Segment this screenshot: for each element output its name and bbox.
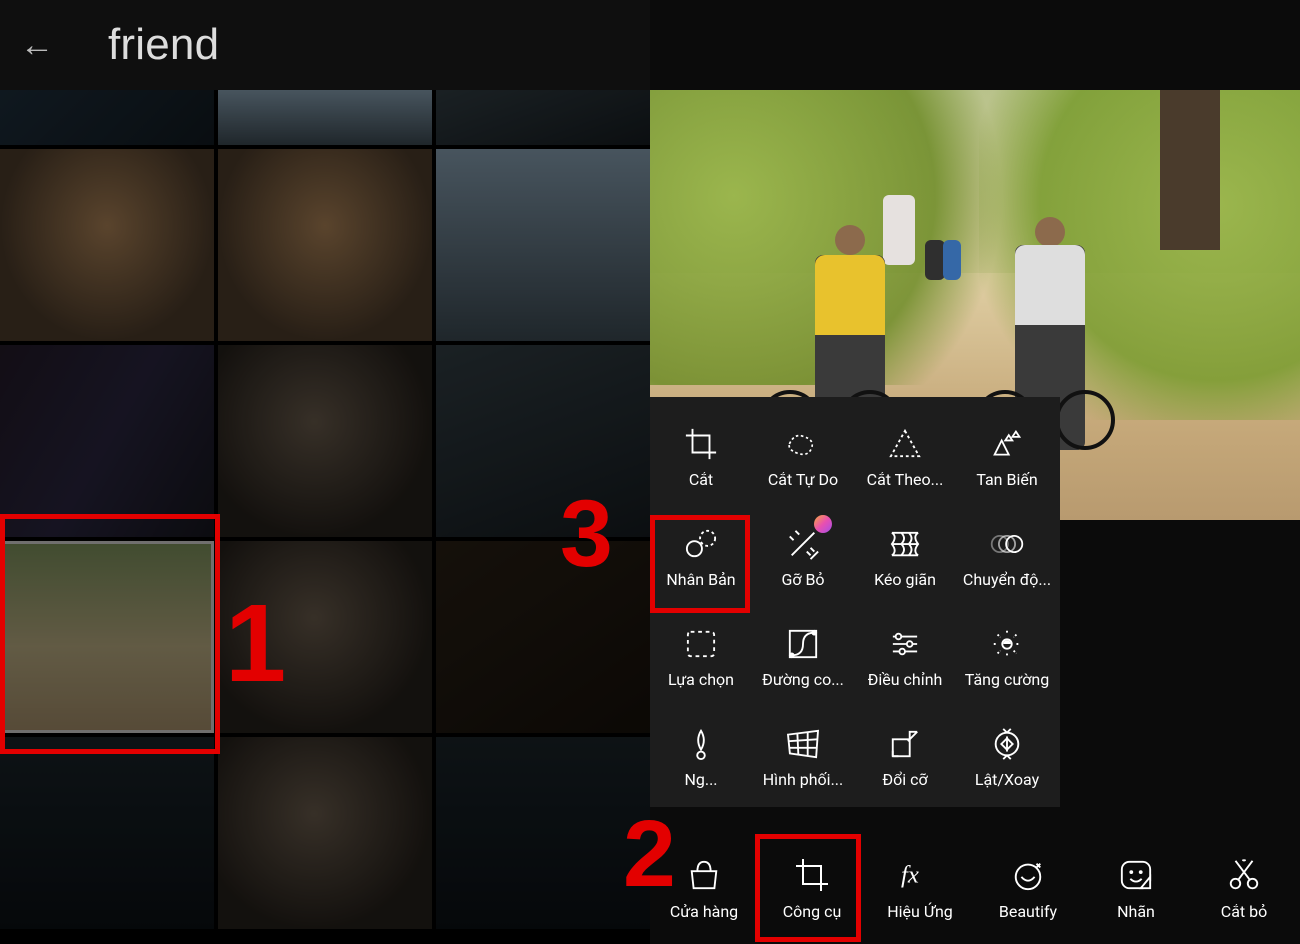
thumb-item[interactable] bbox=[436, 541, 650, 733]
free-crop-icon bbox=[785, 426, 821, 462]
album-title: friend bbox=[108, 20, 219, 70]
tool-shape-crop[interactable]: Cắt Theo... bbox=[854, 407, 956, 507]
tool-tilt-shift[interactable]: Ng... bbox=[650, 707, 752, 807]
tool-selection[interactable]: Lựa chọn bbox=[650, 607, 752, 707]
bottom-beautify[interactable]: Beautify bbox=[974, 832, 1082, 944]
tool-perspective[interactable]: Hình phối... bbox=[752, 707, 854, 807]
crop-icon bbox=[683, 426, 719, 462]
bottom-effects[interactable]: fx Hiệu Ứng bbox=[866, 832, 974, 944]
tool-motion[interactable]: Chuyển độ... bbox=[956, 507, 1058, 607]
svg-text:fx: fx bbox=[901, 861, 919, 888]
tool-remove[interactable]: Gỡ Bỏ bbox=[752, 507, 854, 607]
album-header: ← friend bbox=[0, 0, 650, 90]
thumb-item[interactable] bbox=[218, 149, 432, 341]
flip-rotate-icon bbox=[989, 726, 1025, 762]
bottom-tools[interactable]: Công cụ bbox=[758, 832, 866, 944]
effects-icon: fx bbox=[901, 856, 939, 894]
perspective-icon bbox=[785, 726, 821, 762]
back-arrow-icon[interactable]: ← bbox=[20, 28, 54, 62]
annotation-step-3: 3 bbox=[560, 480, 613, 589]
annotation-step-2: 2 bbox=[623, 800, 676, 909]
curves-icon bbox=[785, 626, 821, 662]
thumb-item[interactable] bbox=[0, 90, 214, 145]
tool-dispersion[interactable]: Tan Biến bbox=[956, 407, 1058, 507]
bottom-bar: Cửa hàng Công cụ fx Hiệu Ứng Beautify Nh… bbox=[650, 832, 1300, 944]
thumb-item[interactable] bbox=[436, 345, 650, 537]
thumb-item[interactable] bbox=[436, 149, 650, 341]
thumb-item[interactable] bbox=[0, 737, 214, 929]
selection-icon bbox=[683, 626, 719, 662]
tool-resize[interactable]: Đổi cỡ bbox=[854, 707, 956, 807]
bottom-sticker[interactable]: Nhãn bbox=[1082, 832, 1190, 944]
store-icon bbox=[685, 856, 723, 894]
thumb-item[interactable] bbox=[0, 149, 214, 341]
editor-header bbox=[650, 0, 1300, 90]
adjust-icon bbox=[887, 626, 923, 662]
resize-icon bbox=[887, 726, 923, 762]
tool-clone[interactable]: Nhân Bản bbox=[650, 507, 752, 607]
tool-enhance[interactable]: Tăng cường bbox=[956, 607, 1058, 707]
motion-icon bbox=[989, 526, 1025, 562]
tool-adjust[interactable]: Điều chỉnh bbox=[854, 607, 956, 707]
thumb-item[interactable] bbox=[218, 345, 432, 537]
shape-crop-icon bbox=[887, 426, 923, 462]
tools-panel: Cắt Cắt Tự Do Cắt Theo... Tan Biến bbox=[650, 397, 1060, 807]
enhance-icon bbox=[989, 626, 1025, 662]
tool-curves[interactable]: Đường co... bbox=[752, 607, 854, 707]
thumb-item[interactable] bbox=[0, 345, 214, 537]
tiltshift-icon bbox=[683, 726, 719, 762]
thumb-item[interactable] bbox=[218, 90, 432, 145]
editor-panel: Cắt Cắt Tự Do Cắt Theo... Tan Biến bbox=[650, 0, 1300, 944]
annotation-step-1: 1 bbox=[225, 580, 286, 707]
remove-icon bbox=[785, 526, 821, 562]
clone-icon bbox=[683, 526, 719, 562]
dispersion-icon bbox=[989, 426, 1025, 462]
thumb-item[interactable] bbox=[218, 737, 432, 929]
annotation-box-1 bbox=[0, 514, 220, 754]
bottom-cutout[interactable]: Cắt bỏ bbox=[1190, 832, 1298, 944]
stretch-icon bbox=[887, 526, 923, 562]
album-panel: ← friend bbox=[0, 0, 650, 944]
beautify-icon bbox=[1009, 856, 1047, 894]
thumb-item[interactable] bbox=[436, 737, 650, 929]
tools-crop-icon bbox=[793, 856, 831, 894]
tool-stretch[interactable]: Kéo giãn bbox=[854, 507, 956, 607]
thumb-item[interactable] bbox=[436, 90, 650, 145]
cutout-icon bbox=[1225, 856, 1263, 894]
premium-badge-icon bbox=[814, 515, 832, 533]
tool-free-crop[interactable]: Cắt Tự Do bbox=[752, 407, 854, 507]
tool-flip-rotate[interactable]: Lật/Xoay bbox=[956, 707, 1058, 807]
tool-crop[interactable]: Cắt bbox=[650, 407, 752, 507]
sticker-icon bbox=[1117, 856, 1155, 894]
